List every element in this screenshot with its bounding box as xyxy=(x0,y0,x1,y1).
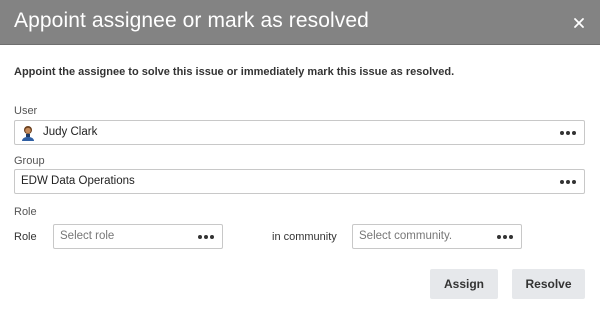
role-label: Role xyxy=(14,231,37,243)
user-label: User xyxy=(14,105,38,117)
user-avatar-icon xyxy=(20,124,36,141)
assign-dialog: Appoint assignee or mark as resolved App… xyxy=(0,0,600,314)
group-more-icon[interactable] xyxy=(560,179,576,185)
dialog-header: Appoint assignee or mark as resolved xyxy=(0,0,600,45)
dialog-intro-text: Appoint the assignee to solve this issue… xyxy=(14,66,455,78)
community-label: in community xyxy=(272,231,337,243)
community-field[interactable]: Select community. xyxy=(352,224,522,249)
group-label: Group xyxy=(14,155,45,167)
role-more-icon[interactable] xyxy=(198,234,214,240)
group-field[interactable]: EDW Data Operations xyxy=(14,169,585,194)
close-icon[interactable] xyxy=(568,12,590,34)
user-field[interactable]: Judy Clark xyxy=(14,120,585,145)
community-more-icon[interactable] xyxy=(497,234,513,240)
dialog-title: Appoint assignee or mark as resolved xyxy=(14,9,369,32)
role-field[interactable]: Select role xyxy=(53,224,223,249)
resolve-button[interactable]: Resolve xyxy=(512,269,585,299)
role-section-heading: Role xyxy=(14,206,37,218)
community-placeholder: Select community. xyxy=(359,230,453,242)
user-value: Judy Clark xyxy=(43,126,98,138)
user-more-icon[interactable] xyxy=(560,130,576,136)
group-value: EDW Data Operations xyxy=(21,175,135,187)
assign-button[interactable]: Assign xyxy=(430,269,498,299)
role-placeholder: Select role xyxy=(60,230,115,242)
